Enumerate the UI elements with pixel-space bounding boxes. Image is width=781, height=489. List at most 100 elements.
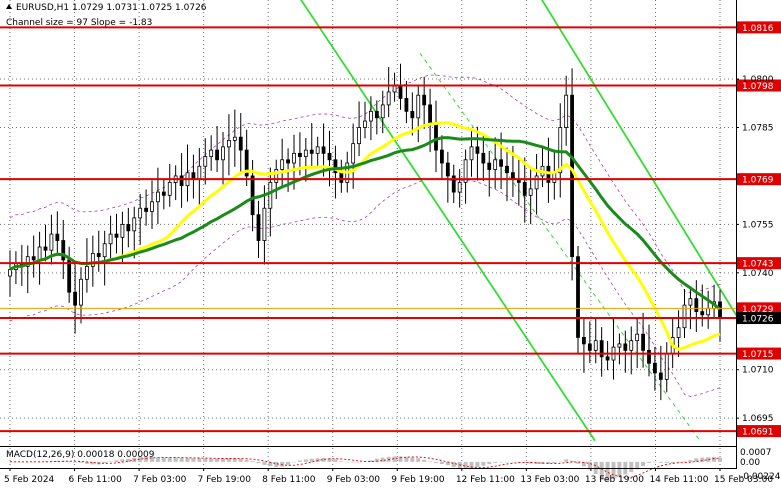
candle-body bbox=[605, 356, 610, 361]
candle-body bbox=[369, 110, 373, 122]
macd-bar bbox=[647, 461, 651, 463]
candle-body bbox=[617, 343, 622, 348]
time-tick-label: 12 Feb 11:00 bbox=[456, 475, 515, 485]
macd-bar bbox=[173, 457, 178, 462]
macd-bar bbox=[303, 459, 308, 462]
macd-bar bbox=[315, 458, 320, 462]
candle-body bbox=[292, 152, 296, 164]
candle-body bbox=[487, 162, 492, 170]
macd-bar bbox=[558, 461, 563, 462]
candle-body bbox=[315, 146, 320, 154]
candle-body bbox=[398, 85, 403, 99]
candle-body bbox=[676, 327, 681, 338]
candle-body bbox=[303, 149, 308, 157]
candle-body bbox=[114, 233, 119, 238]
macd-bar bbox=[179, 457, 184, 462]
macd-bar bbox=[333, 459, 338, 462]
macd-bar bbox=[250, 461, 255, 462]
macd-bar bbox=[215, 458, 220, 462]
channel-info: Channel size = 97 Slope = -1.83 bbox=[6, 18, 152, 28]
candle-body bbox=[380, 104, 385, 119]
chart-canvas[interactable]: 1.08161.07981.07691.07431.07291.07261.07… bbox=[0, 0, 781, 489]
candle-body bbox=[700, 311, 705, 316]
candle-body bbox=[623, 343, 628, 351]
macd-bar bbox=[155, 457, 160, 462]
candle-body bbox=[31, 256, 36, 261]
macd-bar bbox=[221, 458, 225, 462]
candle-body bbox=[55, 233, 60, 241]
candle-body bbox=[635, 333, 640, 342]
candle-body bbox=[422, 94, 427, 106]
candle-body bbox=[351, 143, 356, 164]
macd-bar bbox=[185, 457, 190, 462]
macd-bar bbox=[114, 460, 119, 462]
macd-bar bbox=[262, 461, 267, 465]
candle-body bbox=[641, 333, 645, 351]
candle-body bbox=[79, 278, 83, 306]
candle-body bbox=[499, 159, 503, 167]
chart-type-icon bbox=[6, 3, 13, 10]
candle-body bbox=[653, 362, 657, 374]
support-resistance-levels[interactable]: 1.08161.07981.07691.07431.07291.07261.07… bbox=[0, 21, 781, 438]
candle-body bbox=[416, 94, 421, 119]
price-tick-label: 1.0785 bbox=[742, 123, 774, 133]
macd-bar bbox=[161, 457, 166, 462]
price-axis[interactable]: 1.0800 1.0785 1.0755 1.0740 1.0710 1.0695 bbox=[736, 75, 774, 424]
time-axis[interactable]: 5 Feb 2024 6 Feb 11:00 7 Feb 03:00 7 Feb 19… bbox=[4, 468, 773, 485]
candle-body bbox=[469, 146, 474, 161]
candle-body bbox=[179, 175, 184, 187]
candle-body bbox=[108, 233, 113, 245]
candle-body bbox=[102, 243, 107, 258]
candle-body bbox=[374, 110, 379, 119]
regression-channel bbox=[300, 0, 741, 442]
candle-body bbox=[268, 181, 273, 209]
candle-body bbox=[232, 136, 237, 141]
macd-bar bbox=[718, 457, 722, 462]
macd-bar bbox=[499, 461, 504, 463]
candle-body bbox=[647, 349, 651, 364]
candle-body bbox=[73, 291, 77, 306]
candle-body bbox=[593, 340, 598, 351]
candle-body bbox=[203, 156, 208, 167]
candle-body bbox=[250, 175, 255, 216]
candle-body bbox=[493, 159, 498, 170]
candle-body bbox=[534, 175, 539, 190]
time-tick-label: 9 Feb 03:00 bbox=[327, 475, 381, 485]
time-scale-border bbox=[0, 468, 737, 469]
macd-bar bbox=[167, 457, 172, 462]
macd-bar bbox=[487, 461, 492, 465]
macd-bar bbox=[552, 461, 557, 464]
candle-body bbox=[428, 104, 432, 125]
macd-bar bbox=[380, 457, 385, 462]
time-tick-label: 13 Feb 03:00 bbox=[520, 475, 579, 485]
candle-body bbox=[386, 91, 391, 106]
candle-body bbox=[256, 214, 261, 241]
macd-bar bbox=[428, 461, 433, 462]
candle-body bbox=[150, 201, 154, 212]
trading-chart-window[interactable]: 1.0816 1.0798 1.0769 1.0743 1.0729 1.0726 1.07… bbox=[0, 0, 781, 489]
macd-bar bbox=[510, 461, 515, 463]
candle-body bbox=[321, 146, 326, 154]
price-scale-border bbox=[736, 0, 737, 468]
macd-bar bbox=[238, 458, 243, 462]
time-tick-label: 9 Feb 19:00 bbox=[391, 475, 445, 485]
candle-body bbox=[197, 165, 202, 180]
symbol-header: EURUSD,H1 1.0729 1.0731 1.0725 1.0726 bbox=[6, 3, 207, 13]
candle-body bbox=[96, 253, 101, 258]
macd-bar bbox=[292, 461, 296, 463]
macd-bar bbox=[357, 461, 362, 463]
candle-body bbox=[522, 181, 527, 196]
candle-body bbox=[43, 246, 48, 251]
candle-body bbox=[37, 246, 42, 261]
candle-body bbox=[286, 159, 290, 164]
candle-body bbox=[209, 149, 214, 157]
macd-header: MACD(12,26,9) 0.00018 0.00009 bbox=[6, 450, 155, 460]
macd-bar bbox=[652, 461, 657, 463]
macd-bar bbox=[434, 461, 438, 463]
macd-bar bbox=[244, 459, 249, 462]
candle-body bbox=[339, 172, 344, 183]
macd-pane-separator[interactable] bbox=[0, 446, 736, 447]
candle-body bbox=[457, 181, 462, 193]
candle-body bbox=[629, 340, 634, 351]
macd-bar bbox=[197, 458, 202, 462]
